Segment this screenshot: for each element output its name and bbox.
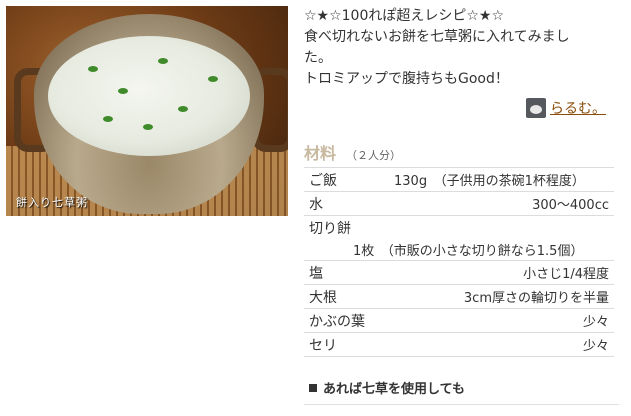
ingredient-amount: 小さじ1/4程度 <box>523 267 609 282</box>
herb <box>143 124 153 130</box>
ingredients-list: ご飯 130g （子供用の茶碗1杯程度） 水 300～400cc 切り餅 1枚 … <box>304 167 614 357</box>
ingredient-name: かぶの葉 <box>309 313 365 330</box>
tip-note: あれば七草を使用しても <box>309 378 465 397</box>
author-link[interactable]: らるむ。 <box>526 97 606 119</box>
ingredient-row: 水 300～400cc <box>304 191 614 215</box>
ingredient-amount: 3cm厚さの輪切りを半量 <box>463 291 609 306</box>
ingredient-amount: 少々 <box>582 315 609 330</box>
ingredient-row: 塩 小さじ1/4程度 <box>304 260 614 284</box>
herb <box>178 106 188 112</box>
ingredient-row: かぶの葉 少々 <box>304 308 614 332</box>
ingredient-row: ご飯 130g （子供用の茶碗1杯程度） <box>304 167 614 191</box>
herb <box>158 58 168 64</box>
ingredient-row: 切り餅 1枚 （市販の小さな切り餅なら1.5個） <box>304 215 614 260</box>
ingredient-amount: 少々 <box>582 339 609 354</box>
photo-caption: 餅入り七草粥 <box>16 196 88 209</box>
avatar[interactable] <box>526 98 546 118</box>
recipe-description: ☆★☆100れぽ超えレシピ☆★☆ 食べ切れないお餅を七草粥に入れてみまし た。 … <box>304 6 624 90</box>
ingredient-name: ご飯 <box>309 172 337 189</box>
servings: （２人分） <box>346 149 402 162</box>
tip-text: あれば七草を使用しても <box>323 382 465 397</box>
description-line: た。 <box>304 50 332 66</box>
porridge <box>48 36 250 156</box>
ingredient-amount: 130g （子供用の茶碗1杯程度） <box>394 174 585 189</box>
ingredient-row: セリ 少々 <box>304 332 614 357</box>
description-line: トロミアップで腹持ちもGood！ <box>304 71 509 87</box>
ingredient-row: 大根 3cm厚さの輪切りを半量 <box>304 284 614 308</box>
ingredient-name: 水 <box>309 196 323 213</box>
herb <box>118 88 128 94</box>
ingredients-title: 材料 <box>304 144 337 163</box>
recipe-photo: 餅入り七草粥 <box>6 6 288 216</box>
ingredient-name: 塩 <box>309 265 323 282</box>
author-name[interactable]: らるむ。 <box>550 98 606 118</box>
ingredient-amount: 300～400cc <box>532 198 609 213</box>
divider <box>304 404 619 405</box>
ingredient-name: セリ <box>309 337 337 354</box>
ingredient-name: 切り餅 <box>309 220 351 237</box>
herb <box>103 116 113 122</box>
square-bullet-icon <box>309 383 317 392</box>
ingredient-name: 大根 <box>309 289 337 306</box>
description-line: ☆★☆100れぽ超えレシピ☆★☆ <box>304 8 505 24</box>
herb <box>88 66 98 72</box>
ingredients-header: 材料 （２人分） <box>304 140 401 164</box>
description-line: 食べ切れないお餅を七草粥に入れてみまし <box>304 29 570 45</box>
ingredient-amount: 1枚 （市販の小さな切り餅なら1.5個） <box>353 243 584 259</box>
herb <box>208 76 218 82</box>
